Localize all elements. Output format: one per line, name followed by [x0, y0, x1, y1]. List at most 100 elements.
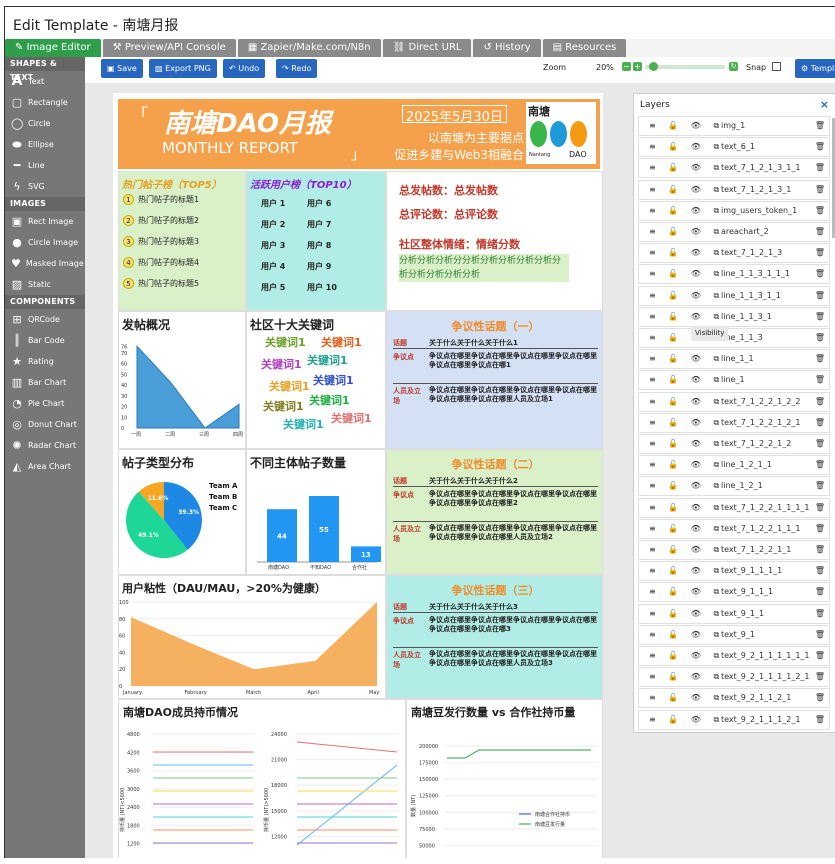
layer-controls-icon[interactable]: ≡ 🔓 👁 ⧉	[649, 583, 724, 601]
zoom-in-button[interactable]: +	[633, 62, 642, 71]
layer-controls-icon[interactable]: ≡ 🔓 👁 ⧉	[649, 605, 724, 623]
trash-icon[interactable]: 🗑	[815, 308, 825, 326]
zoom-slider[interactable]	[645, 62, 725, 71]
layer-row[interactable]: ≡ 🔓 👁 ⧉ text_7_1_2_2_1_1_1 🗑	[638, 518, 830, 539]
layer-row[interactable]: ≡ 🔓 👁 ⧉ text_7_1_2_2_1_2_1 🗑	[638, 412, 830, 433]
layer-controls-icon[interactable]: ≡ 🔓 👁 ⧉	[649, 138, 724, 156]
layer-row[interactable]: ≡ 🔓 👁 ⧉ line_1 🗑	[638, 370, 830, 391]
tool-circle[interactable]: ◯ Circle	[5, 113, 85, 134]
layer-controls-icon[interactable]: ≡ 🔓 👁 ⧉	[649, 626, 724, 644]
layer-controls-icon[interactable]: ≡ 🔓 👁 ⧉	[649, 287, 724, 305]
layer-controls-icon[interactable]: ≡ 🔓 👁 ⧉	[649, 499, 724, 517]
tab-resources[interactable]: ▤ Resources	[542, 39, 627, 57]
tab-image-editor[interactable]: ✎ Image Editor	[5, 39, 101, 57]
trash-icon[interactable]: 🗑	[815, 647, 825, 665]
layer-row[interactable]: ≡ 🔓 👁 ⧉ text_7_1_2_1_3 🗑	[638, 243, 830, 264]
keywords-panel[interactable]: 社区十大关键词 关键词1 关键词1 关键词1 关键词1 关键词1 关键词1 关键词1 关键词1…	[246, 311, 386, 449]
layer-row[interactable]: ≡ 🔓 👁 ⧉ text_7_1_2_2_1_2 🗑	[638, 434, 830, 454]
active-users-panel[interactable]: 活跃用户榜（TOP10） 用户 1 用户 6 用户 2 用户 7 用户 3 用户 8 用户 …	[246, 171, 386, 311]
trash-icon[interactable]: 🗑	[815, 244, 825, 262]
layer-row[interactable]: ≡ 🔓 👁 ⧉ line_1_1_3_1_1 🗑	[638, 285, 830, 306]
trash-icon[interactable]: 🗑	[815, 435, 825, 453]
trash-icon[interactable]: 🗑	[815, 223, 825, 241]
stickiness-panel[interactable]: 用户粘性（DAU/MAU，>20%为健康） 0 20 40 60 80 100 Januar…	[118, 575, 386, 699]
layer-row[interactable]: ≡ 🔓 👁 ⧉ line_1_1 🗑	[638, 349, 830, 370]
tool-pie-chart[interactable]: ◔ Pie Chart	[5, 393, 85, 414]
topic-3-panel[interactable]: 争议性话题（三） 话题 关于什么关于什么关于什么3 争议点 争议点在哪里争议点在哪里争议…	[386, 575, 603, 699]
layer-controls-icon[interactable]: ≡ 🔓 👁 ⧉	[649, 350, 724, 368]
trash-icon[interactable]: 🗑	[815, 414, 825, 432]
layer-row[interactable]: ≡ 🔓 👁 ⧉ text_9_2_1_1_1_1_1_1 🗑	[638, 646, 830, 666]
posting-overview-panel[interactable]: 发帖概况 0 10 20 30 40 50 60 70 76 一周 二周 三周 四周	[118, 311, 246, 449]
layer-controls-icon[interactable]: ≡ 🔓 👁 ⧉	[649, 202, 724, 220]
tool-area-chart[interactable]: ◭ Area Chart	[5, 456, 85, 477]
layer-controls-icon[interactable]: ≡ 🔓 👁 ⧉	[649, 689, 724, 707]
zoom-slider-thumb[interactable]	[649, 62, 658, 71]
save-button[interactable]: ▣ Save	[101, 59, 143, 78]
snap-checkbox[interactable]	[772, 62, 781, 71]
tool-masked-image[interactable]: ♥ Masked Image	[5, 253, 85, 274]
layer-row[interactable]: ≡ 🔓 👁 ⧉ img_users_token_1 🗑	[638, 200, 830, 221]
trash-icon[interactable]: 🗑	[815, 117, 825, 135]
trash-icon[interactable]: 🗑	[815, 499, 825, 517]
layer-row[interactable]: ≡ 🔓 👁 ⧉ line_1_1_3_1_1_1 🗑	[638, 264, 830, 285]
layer-controls-icon[interactable]: ≡ 🔓 👁 ⧉	[649, 159, 724, 177]
stats-panel[interactable]: 总发帖数：总发帖数 总评论数：总评论数 社区整体情绪：情绪分数 分析分析分析分分…	[386, 171, 603, 311]
tool-qrcode[interactable]: ⊞ QRCode	[5, 309, 85, 330]
layer-row[interactable]: ≡ 🔓 👁 ⧉ text_9_1_1 🗑	[638, 603, 830, 624]
trash-icon[interactable]: 🗑	[815, 181, 825, 199]
trash-icon[interactable]: 🗑	[815, 583, 825, 601]
post-type-panel[interactable]: 帖子类型分布 39.3% 49.1% 11.6% Team A Team B Team C	[118, 449, 246, 575]
layer-controls-icon[interactable]: ≡ 🔓 👁 ⧉	[649, 223, 724, 241]
layer-controls-icon[interactable]: ≡ 🔓 👁 ⧉	[649, 668, 724, 686]
tool-barcode[interactable]: ║ Bar Code	[5, 330, 85, 351]
layer-controls-icon[interactable]: ≡ 🔓 👁 ⧉	[649, 456, 724, 474]
trash-icon[interactable]: 🗑	[815, 456, 825, 474]
layer-row[interactable]: ≡ 🔓 👁 ⧉ line_1_2_1_1 🗑	[638, 455, 830, 476]
subject-posts-panel[interactable]: 不同主体帖子数量 44 南塘DAO 55 不知DAO 13 合作社	[246, 449, 386, 575]
layer-controls-icon[interactable]: ≡ 🔓 👁 ⧉	[649, 181, 724, 199]
layer-row[interactable]: ≡ 🔓 👁 ⧉ text_9_1 🗑	[638, 624, 830, 645]
topic-1-panel[interactable]: 争议性话题（一） 话题 关于什么关于什么关于什么1 争议点 争议点在哪里争议点在哪里争议…	[386, 311, 603, 449]
tool-circle-image[interactable]: ● Circle Image	[5, 232, 85, 253]
layer-row[interactable]: ≡ 🔓 👁 ⧉ line_1_1_3 🗑	[638, 328, 830, 348]
trash-icon[interactable]: 🗑	[815, 520, 825, 538]
layer-controls-icon[interactable]: ≡ 🔓 👁 ⧉	[649, 393, 724, 411]
layer-row[interactable]: ≡ 🔓 👁 ⧉ text_7_1_2_1_3_1_1 🗑	[638, 158, 830, 179]
issuance-panel[interactable]: 南塘豆发行数量 vs 合作社持币量 25000 50000 75000 100000 1…	[406, 699, 603, 858]
layer-controls-icon[interactable]: ≡ 🔓 👁 ⧉	[649, 562, 724, 580]
tool-donut-chart[interactable]: ◎ Donut Chart	[5, 414, 85, 435]
tool-static[interactable]: ▨ Static	[5, 274, 85, 295]
layer-controls-icon[interactable]: ≡ 🔓 👁 ⧉	[649, 265, 724, 283]
layer-row[interactable]: ≡ 🔓 👁 ⧉ text_9_1_1_1 🗑	[638, 582, 830, 603]
layer-controls-icon[interactable]: ≡ 🔓 👁 ⧉	[649, 308, 724, 326]
tool-radar-chart[interactable]: ✺ Radar Chart	[5, 435, 85, 456]
layer-controls-icon[interactable]: ≡ 🔓 👁 ⧉	[649, 520, 724, 538]
trash-icon[interactable]: 🗑	[815, 477, 825, 495]
trash-icon[interactable]: 🗑	[815, 689, 825, 707]
trash-icon[interactable]: 🗑	[815, 541, 825, 559]
trash-icon[interactable]: 🗑	[815, 287, 825, 305]
layer-row[interactable]: ≡ 🔓 👁 ⧉ text_6_1 🗑	[638, 137, 830, 158]
trash-icon[interactable]: 🗑	[815, 350, 825, 368]
layer-controls-icon[interactable]: ≡ 🔓 👁 ⧉	[649, 711, 724, 729]
close-icon[interactable]: ×	[820, 98, 829, 111]
tool-text[interactable]: A Text	[5, 71, 85, 92]
layer-row[interactable]: ≡ 🔓 👁 ⧉ text_7_1_2_2_1_1_1_1 🗑	[638, 497, 830, 518]
layer-row[interactable]: ≡ 🔓 👁 ⧉ areachart_2 🗑	[638, 222, 830, 242]
tab-history[interactable]: ↺ History	[473, 39, 541, 57]
layer-controls-icon[interactable]: ≡ 🔓 👁 ⧉	[649, 477, 724, 495]
tool-ellipse[interactable]: ⬬ Ellipse	[5, 134, 85, 155]
layer-row[interactable]: ≡ 🔓 👁 ⧉ img_1 🗑	[638, 116, 830, 136]
trash-icon[interactable]: 🗑	[815, 605, 825, 623]
layer-row[interactable]: ≡ 🔓 👁 ⧉ line_1_1_3_1 🗑	[638, 306, 830, 327]
trash-icon[interactable]: 🗑	[815, 159, 825, 177]
tool-svg[interactable]: ϟ SVG	[5, 176, 85, 197]
trash-icon[interactable]: 🗑	[815, 711, 825, 729]
canvas-area[interactable]: 「 南塘DAO月报 MONTHLY REPORT 」 2025年5月30日 以南…	[85, 83, 835, 858]
trash-icon[interactable]: 🗑	[815, 371, 825, 389]
layer-row[interactable]: ≡ 🔓 👁 ⧉ line_1_2_1 🗑	[638, 476, 830, 497]
redo-button[interactable]: ↷ Redo	[276, 59, 318, 78]
layer-row[interactable]: ≡ 🔓 👁 ⧉ text_7_1_2_1_3_1 🗑	[638, 179, 830, 200]
topic-2-panel[interactable]: 争议性话题（二） 话题 关于什么关于什么关于什么2 争议点 争议点在哪里争议点在哪里争议…	[386, 449, 603, 575]
